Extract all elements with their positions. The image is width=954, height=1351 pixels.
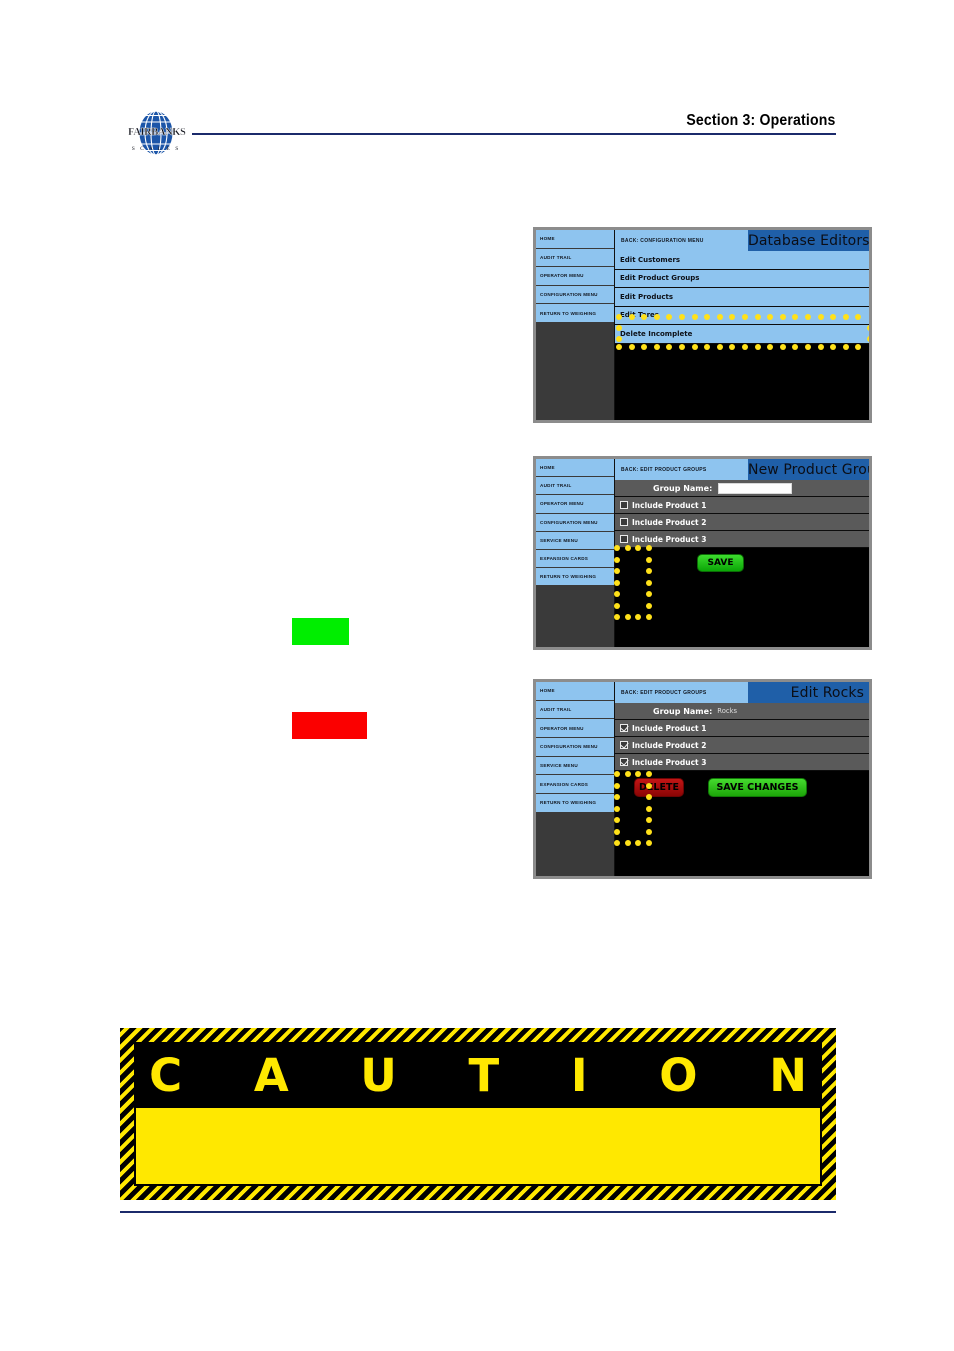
- checkbox-row-product-1[interactable]: Include Product 1: [615, 720, 869, 737]
- sidebar-item-return-to-weighing[interactable]: RETURN TO WEIGHING: [536, 794, 614, 813]
- checkbox-label: Include Product 1: [632, 500, 707, 510]
- checkbox-label: Include Product 1: [632, 723, 707, 733]
- sidebar-item-home[interactable]: HOME: [536, 682, 614, 701]
- screen-title: New Product Group: [748, 459, 869, 480]
- fairbanks-logo: FAIRBANKS S C A L E S: [128, 108, 186, 158]
- screen-database-editors: HOME AUDIT TRAIL OPERATOR MENU CONFIGURA…: [533, 227, 872, 423]
- main-area: BACK: EDIT PRODUCT GROUPS Edit Rocks Gro…: [615, 682, 869, 876]
- back-button[interactable]: BACK: EDIT PRODUCT GROUPS: [615, 459, 748, 480]
- group-name-label: Group Name:: [653, 483, 713, 493]
- caution-body: [136, 1108, 820, 1184]
- screen-edit-rocks: HOME AUDIT TRAIL OPERATOR MENU CONFIGURA…: [533, 679, 872, 879]
- sidebar: HOME AUDIT TRAIL OPERATOR MENU CONFIGURA…: [536, 459, 615, 647]
- back-button[interactable]: BACK: CONFIGURATION MENU: [615, 230, 748, 251]
- checkbox-row-product-3[interactable]: Include Product 3: [615, 531, 869, 548]
- checkbox-include-product-1[interactable]: [620, 501, 628, 509]
- menu-item-edit-products[interactable]: Edit Products: [615, 288, 869, 307]
- sidebar-item-return-to-weighing[interactable]: RETURN TO WEIGHING: [536, 568, 614, 587]
- delete-button[interactable]: DELETE: [634, 778, 684, 797]
- checkbox-label: Include Product 3: [632, 534, 707, 544]
- caution-banner: C A U T I O N: [120, 1028, 836, 1200]
- screen-title: Database Editors: [748, 230, 869, 251]
- screen-new-product-group: HOME AUDIT TRAIL OPERATOR MENU CONFIGURA…: [533, 456, 872, 650]
- group-name-label: Group Name:: [653, 706, 713, 716]
- sidebar-item-home[interactable]: HOME: [536, 459, 614, 478]
- sidebar-item-operator-menu[interactable]: OPERATOR MENU: [536, 495, 614, 514]
- group-name-value[interactable]: Rocks: [717, 707, 737, 715]
- back-button[interactable]: BACK: EDIT PRODUCT GROUPS: [615, 682, 748, 703]
- caution-inner: C A U T I O N: [134, 1042, 822, 1186]
- menu-item-edit-product-groups[interactable]: Edit Product Groups: [615, 269, 869, 288]
- checkbox-row-product-1[interactable]: Include Product 1: [615, 497, 869, 514]
- save-button[interactable]: SAVE: [697, 554, 744, 572]
- sidebar-item-service-menu[interactable]: SERVICE MENU: [536, 531, 614, 550]
- titlebar: BACK: EDIT PRODUCT GROUPS New Product Gr…: [615, 459, 869, 480]
- group-name-row: Group Name:: [615, 480, 869, 497]
- sidebar-item-audit-trail[interactable]: AUDIT TRAIL: [536, 477, 614, 496]
- checkbox-row-product-3[interactable]: Include Product 3: [615, 754, 869, 771]
- sidebar-item-expansion-cards[interactable]: EXPANSION CARDS: [536, 549, 614, 569]
- red-color-swatch: [292, 712, 367, 739]
- sidebar-item-operator-menu[interactable]: OPERATOR MENU: [536, 719, 614, 739]
- group-name-row: Group Name: Rocks: [615, 703, 869, 720]
- header-divider: [192, 133, 836, 135]
- sidebar: HOME AUDIT TRAIL OPERATOR MENU CONFIGURA…: [536, 682, 615, 876]
- sidebar-filler: [536, 322, 614, 420]
- page-header: FAIRBANKS S C A L E S Section 3: Operati…: [0, 0, 954, 170]
- caution-title: C A U T I O N: [149, 1048, 835, 1102]
- sidebar-item-return-to-weighing[interactable]: RETURN TO WEIGHING: [536, 304, 614, 323]
- sidebar-filler: [536, 586, 614, 647]
- button-area: SAVE: [615, 548, 869, 647]
- sidebar: HOME AUDIT TRAIL OPERATOR MENU CONFIGURA…: [536, 230, 615, 420]
- checkbox-label: Include Product 2: [632, 740, 707, 750]
- menu-item-edit-tares[interactable]: Edit Tares: [615, 306, 869, 325]
- footer-divider: [120, 1211, 836, 1213]
- button-area: DELETE SAVE CHANGES: [615, 771, 869, 876]
- checkbox-include-product-3[interactable]: [620, 535, 628, 543]
- group-name-input[interactable]: [718, 482, 793, 494]
- menu-item-edit-customers[interactable]: Edit Customers: [615, 251, 869, 270]
- green-color-swatch: [292, 618, 349, 645]
- sidebar-item-configuration-menu[interactable]: CONFIGURATION MENU: [536, 513, 614, 532]
- sidebar-item-home[interactable]: HOME: [536, 230, 614, 249]
- page-title: Section 3: Operations: [686, 112, 836, 129]
- main-area: BACK: CONFIGURATION MENU Database Editor…: [615, 230, 869, 420]
- checkbox-label: Include Product 3: [632, 757, 707, 767]
- sidebar-item-configuration-menu[interactable]: CONFIGURATION MENU: [536, 738, 614, 757]
- sidebar-item-configuration-menu[interactable]: CONFIGURATION MENU: [536, 285, 614, 305]
- sidebar-item-service-menu[interactable]: SERVICE MENU: [536, 756, 614, 776]
- menu-item-delete-incomplete[interactable]: Delete Incomplete: [615, 325, 869, 344]
- checkbox-include-product-3[interactable]: [620, 758, 628, 766]
- logo-wordmark: FAIRBANKS: [128, 127, 186, 138]
- checkbox-include-product-2[interactable]: [620, 518, 628, 526]
- main-area: BACK: EDIT PRODUCT GROUPS New Product Gr…: [615, 459, 869, 647]
- sidebar-item-audit-trail[interactable]: AUDIT TRAIL: [536, 248, 614, 268]
- empty-area: [615, 343, 869, 420]
- sidebar-filler: [536, 812, 614, 876]
- save-changes-button[interactable]: SAVE CHANGES: [708, 778, 807, 797]
- titlebar: BACK: CONFIGURATION MENU Database Editor…: [615, 230, 869, 251]
- checkbox-include-product-1[interactable]: [620, 724, 628, 732]
- checkbox-label: Include Product 2: [632, 517, 707, 527]
- sidebar-item-expansion-cards[interactable]: EXPANSION CARDS: [536, 775, 614, 795]
- sidebar-item-audit-trail[interactable]: AUDIT TRAIL: [536, 700, 614, 720]
- logo-subtitle: S C A L E S: [131, 146, 181, 152]
- checkbox-row-product-2[interactable]: Include Product 2: [615, 514, 869, 531]
- checkbox-row-product-2[interactable]: Include Product 2: [615, 737, 869, 754]
- sidebar-item-operator-menu[interactable]: OPERATOR MENU: [536, 267, 614, 286]
- checkbox-include-product-2[interactable]: [620, 741, 628, 749]
- titlebar: BACK: EDIT PRODUCT GROUPS Edit Rocks: [615, 682, 869, 703]
- screen-title: Edit Rocks: [748, 682, 869, 703]
